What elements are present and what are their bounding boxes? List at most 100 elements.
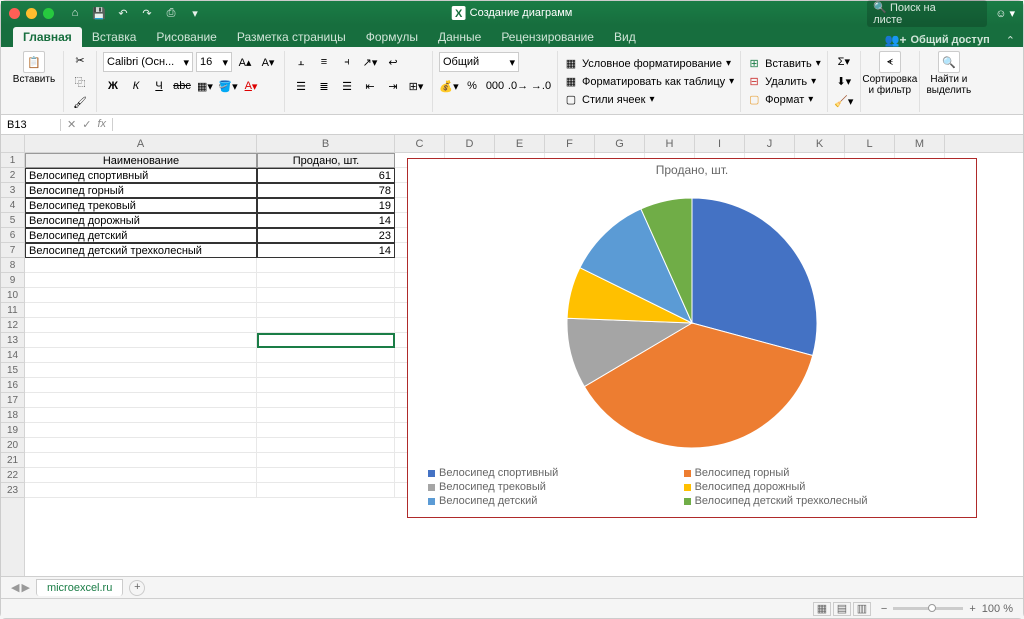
table-data-cell[interactable]: 23 bbox=[257, 228, 395, 243]
row-header[interactable]: 2 bbox=[1, 168, 24, 183]
pie-chart[interactable]: Продано, шт.Велосипед спортивныйВелосипе… bbox=[407, 158, 977, 518]
row-header[interactable]: 12 bbox=[1, 318, 24, 333]
save-icon[interactable]: 💾 bbox=[92, 6, 106, 20]
tab-insert[interactable]: Вставка bbox=[82, 27, 147, 47]
row-header[interactable]: 20 bbox=[1, 438, 24, 453]
table-data-cell[interactable]: 61 bbox=[257, 168, 395, 183]
cell[interactable] bbox=[25, 408, 257, 423]
column-header[interactable]: D bbox=[445, 135, 495, 152]
cell[interactable] bbox=[25, 258, 257, 273]
row-header[interactable]: 14 bbox=[1, 348, 24, 363]
cell[interactable] bbox=[25, 348, 257, 363]
selected-cell[interactable] bbox=[257, 333, 395, 348]
cell[interactable] bbox=[25, 483, 257, 498]
decrease-decimal-icon[interactable]: →.0 bbox=[531, 76, 551, 96]
cell[interactable] bbox=[257, 393, 395, 408]
spreadsheet-grid[interactable]: ABCDEFGHIJKLM 12345678910111213141516171… bbox=[1, 135, 1023, 576]
row-header[interactable]: 10 bbox=[1, 288, 24, 303]
view-normal-button[interactable]: ▦ bbox=[813, 602, 831, 616]
table-data-cell[interactable]: Велосипед детский bbox=[25, 228, 257, 243]
print-icon[interactable]: ⎙ bbox=[164, 6, 178, 20]
row-header[interactable]: 13 bbox=[1, 333, 24, 348]
underline-button[interactable]: Ч bbox=[149, 76, 169, 96]
row-header[interactable]: 6 bbox=[1, 228, 24, 243]
column-header[interactable]: B bbox=[257, 135, 395, 152]
cell[interactable] bbox=[257, 348, 395, 363]
copy-icon[interactable]: ⿻ bbox=[70, 72, 90, 91]
cell[interactable] bbox=[257, 318, 395, 333]
select-all-corner[interactable] bbox=[1, 135, 25, 153]
home-icon[interactable]: ⌂ bbox=[68, 6, 82, 20]
formula-cancel-icon[interactable]: ✕ bbox=[67, 118, 76, 131]
strike-button[interactable]: abc bbox=[172, 76, 192, 96]
align-top-icon[interactable]: ⫠ bbox=[291, 52, 311, 72]
column-header[interactable]: F bbox=[545, 135, 595, 152]
bold-button[interactable]: Ж bbox=[103, 76, 123, 96]
increase-indent-icon[interactable]: ⇥ bbox=[383, 76, 403, 96]
column-header[interactable]: A bbox=[25, 135, 257, 152]
cell[interactable] bbox=[25, 333, 257, 348]
format-painter-icon[interactable]: 🖌 bbox=[70, 93, 90, 112]
table-data-cell[interactable]: Велосипед детский трехколесный bbox=[25, 243, 257, 258]
orientation-icon[interactable]: ↗▾ bbox=[360, 52, 380, 72]
column-header[interactable]: G bbox=[595, 135, 645, 152]
fill-icon[interactable]: ⬇▾ bbox=[834, 72, 854, 92]
column-header[interactable]: M bbox=[895, 135, 945, 152]
window-minimize-button[interactable] bbox=[26, 8, 37, 19]
table-data-cell[interactable]: 14 bbox=[257, 213, 395, 228]
user-icon[interactable]: ☺ ▾ bbox=[995, 7, 1015, 20]
cell[interactable] bbox=[257, 378, 395, 393]
table-data-cell[interactable]: 78 bbox=[257, 183, 395, 198]
cell[interactable] bbox=[25, 453, 257, 468]
column-header[interactable]: K bbox=[795, 135, 845, 152]
decrease-indent-icon[interactable]: ⇤ bbox=[360, 76, 380, 96]
cell[interactable] bbox=[257, 453, 395, 468]
cell[interactable] bbox=[25, 438, 257, 453]
row-header[interactable]: 21 bbox=[1, 453, 24, 468]
find-select-button[interactable]: 🔍 Найти и выделить bbox=[926, 51, 972, 96]
tab-layout[interactable]: Разметка страницы bbox=[227, 27, 356, 47]
cell[interactable] bbox=[257, 363, 395, 378]
fill-color-button[interactable]: 🪣▾ bbox=[218, 76, 238, 96]
cell[interactable] bbox=[257, 273, 395, 288]
redo-icon[interactable]: ↷ bbox=[140, 6, 154, 20]
sort-filter-button[interactable]: ᗛ Сортировка и фильтр bbox=[867, 51, 913, 96]
share-button[interactable]: 👥+ Общий доступ bbox=[885, 33, 990, 47]
cell[interactable] bbox=[25, 273, 257, 288]
cells-insert-button[interactable]: ⊞Вставить ▾ bbox=[747, 55, 821, 73]
row-header[interactable]: 15 bbox=[1, 363, 24, 378]
cell[interactable] bbox=[25, 318, 257, 333]
view-page-layout-button[interactable]: ▤ bbox=[833, 602, 851, 616]
legend-item[interactable]: Велосипед спортивный bbox=[428, 467, 666, 479]
paste-button[interactable]: 📋 Вставить bbox=[11, 51, 57, 85]
cell[interactable] bbox=[25, 363, 257, 378]
cells-format-button[interactable]: ▢Формат ▾ bbox=[747, 91, 821, 109]
view-page-break-button[interactable]: ▥ bbox=[853, 602, 871, 616]
zoom-slider[interactable] bbox=[893, 607, 963, 610]
cell[interactable] bbox=[257, 438, 395, 453]
align-right-icon[interactable]: ☰ bbox=[337, 76, 357, 96]
font-family-select[interactable]: Calibri (Осн...▾ bbox=[103, 52, 193, 72]
cell[interactable] bbox=[25, 378, 257, 393]
cell[interactable] bbox=[257, 483, 395, 498]
wrap-text-icon[interactable]: ↩ bbox=[383, 52, 403, 72]
sheet-nav-prev-icon[interactable]: ◀ bbox=[11, 581, 19, 594]
cell[interactable] bbox=[25, 468, 257, 483]
row-header[interactable]: 22 bbox=[1, 468, 24, 483]
row-header[interactable]: 4 bbox=[1, 198, 24, 213]
cells-delete-button[interactable]: ⊟Удалить ▾ bbox=[747, 73, 821, 91]
align-middle-icon[interactable]: ≡ bbox=[314, 52, 334, 72]
column-header[interactable]: I bbox=[695, 135, 745, 152]
row-header[interactable]: 19 bbox=[1, 423, 24, 438]
table-data-cell[interactable]: 14 bbox=[257, 243, 395, 258]
column-header[interactable]: J bbox=[745, 135, 795, 152]
align-bottom-icon[interactable]: ⫞ bbox=[337, 52, 357, 72]
row-header[interactable]: 17 bbox=[1, 393, 24, 408]
zoom-level[interactable]: 100 % bbox=[982, 603, 1013, 615]
cut-icon[interactable]: ✂ bbox=[70, 51, 90, 70]
comma-icon[interactable]: 000 bbox=[485, 76, 505, 96]
row-header[interactable]: 23 bbox=[1, 483, 24, 498]
ribbon-collapse-icon[interactable]: ⌃ bbox=[998, 34, 1023, 47]
search-input[interactable]: 🔍 Поиск на листе bbox=[867, 0, 987, 27]
table-header-cell[interactable]: Наименование bbox=[25, 153, 257, 168]
